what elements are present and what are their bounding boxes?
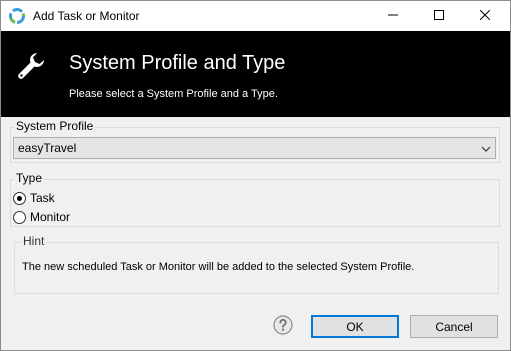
help-button[interactable] [273, 315, 293, 335]
type-option-task[interactable]: Task [13, 190, 55, 206]
title-bar: Add Task or Monitor [1, 1, 510, 31]
app-logo-icon [9, 8, 25, 24]
hint-label: Hint [21, 234, 47, 248]
monitor-radio-label: Monitor [30, 210, 71, 224]
maximize-button[interactable] [416, 1, 462, 31]
type-group: Type [10, 171, 500, 227]
header-banner: System Profile and Type Please select a … [1, 31, 510, 117]
wrench-icon [15, 50, 47, 82]
task-radio[interactable] [13, 191, 26, 205]
type-label: Type [14, 171, 45, 185]
type-option-monitor[interactable]: Monitor [13, 209, 70, 225]
chevron-down-icon [481, 143, 491, 153]
help-icon [273, 315, 293, 338]
dialog-window: Add Task or Monitor System Profile and T… [0, 0, 511, 351]
close-button[interactable] [462, 1, 508, 31]
close-icon [479, 9, 491, 23]
system-profile-value: easyTravel [18, 141, 77, 155]
task-radio-label: Task [30, 191, 55, 205]
window-title: Add Task or Monitor [33, 9, 140, 23]
hint-text: The new scheduled Task or Monitor will b… [22, 261, 415, 273]
maximize-icon [434, 9, 444, 23]
minimize-icon [388, 9, 398, 23]
ok-button[interactable]: OK [311, 315, 399, 338]
monitor-radio[interactable] [13, 210, 26, 224]
system-profile-select[interactable]: easyTravel [13, 137, 496, 159]
system-profile-label: System Profile [14, 119, 96, 133]
banner-title: System Profile and Type [69, 52, 286, 74]
cancel-button[interactable]: Cancel [410, 315, 498, 338]
minimize-button[interactable] [370, 1, 416, 31]
banner-subtitle: Please select a System Profile and a Typ… [69, 88, 278, 100]
